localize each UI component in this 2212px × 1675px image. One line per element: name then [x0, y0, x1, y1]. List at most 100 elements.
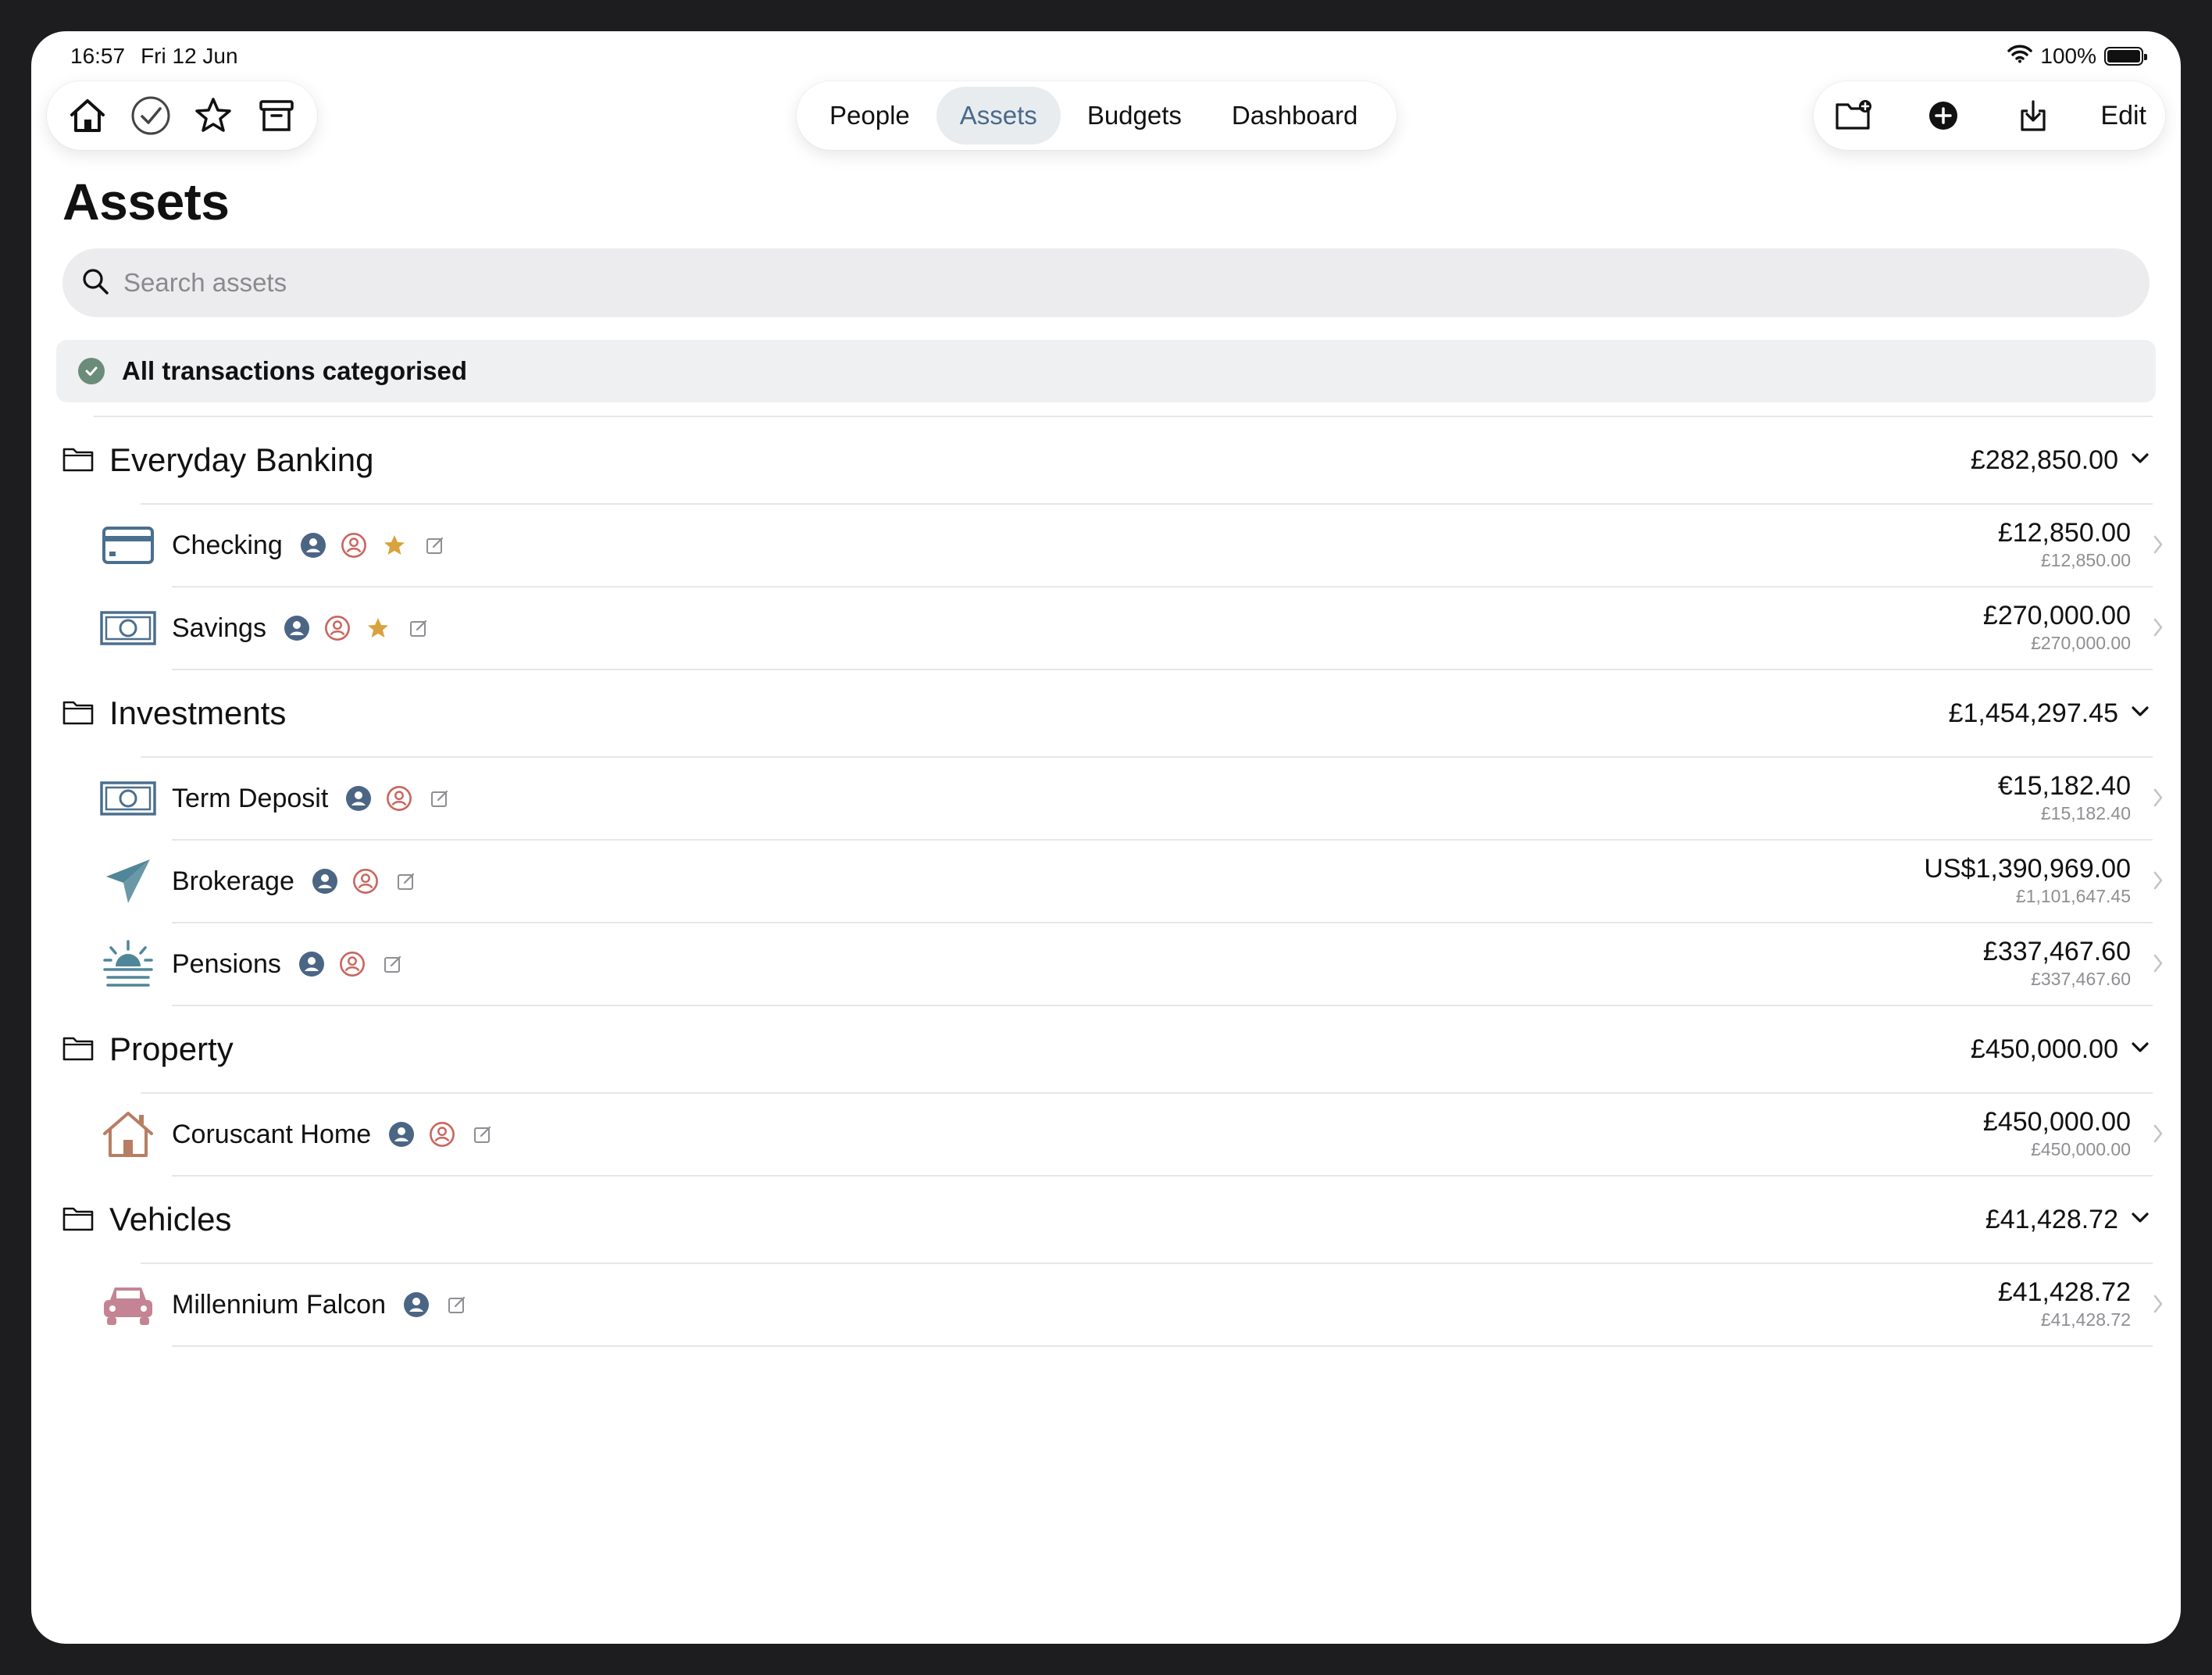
- folder-icon: [62, 1205, 94, 1234]
- chevron-right-icon: [2153, 953, 2164, 977]
- star-icon[interactable]: [191, 94, 235, 138]
- owner-filled-icon: [388, 1121, 415, 1148]
- home-icon[interactable]: [66, 94, 109, 138]
- checkmark-circle-icon[interactable]: [129, 94, 173, 138]
- banknote-icon: [100, 772, 156, 825]
- search-input[interactable]: [123, 268, 1998, 298]
- owner-filled-icon: [300, 532, 326, 559]
- group-header-vehicles[interactable]: Vehicles £41,428.72: [31, 1177, 2181, 1262]
- note-icon: [380, 951, 406, 977]
- group-name: Vehicles: [109, 1201, 232, 1238]
- asset-row-coruscant-home[interactable]: Coruscant Home £450,000.00 £450,000.00: [31, 1094, 2181, 1175]
- asset-name: Checking: [172, 530, 283, 560]
- asset-balance: £12,850.00: [1997, 518, 2131, 548]
- folder-icon: [62, 699, 94, 727]
- asset-list: Everyday Banking £282,850.00 Checking £12,8…: [31, 416, 2181, 1347]
- group-total: £1,454,297.45: [1948, 698, 2118, 728]
- asset-amounts: £41,428.72 £41,428.72: [1998, 1277, 2131, 1331]
- asset-row-pensions[interactable]: Pensions £337,467.60 £337,467.60: [31, 923, 2181, 1005]
- asset-row-brokerage[interactable]: Brokerage US$1,390,969.00 £1,101,647.45: [31, 841, 2181, 922]
- folder-icon: [62, 1035, 94, 1063]
- asset-balance: US$1,390,969.00: [1924, 854, 2131, 884]
- chevron-right-icon: [2153, 1123, 2164, 1148]
- asset-converted-balance: £270,000.00: [2031, 633, 2131, 653]
- owner-outline-icon: [386, 785, 412, 812]
- asset-row-term-deposit[interactable]: Term Deposit €15,182.40 £15,182.40: [31, 758, 2181, 839]
- asset-name: Pensions: [172, 948, 281, 979]
- owner-outline-icon: [429, 1121, 455, 1148]
- chevron-down-icon[interactable]: [2131, 452, 2150, 469]
- status-bar-left: 16:57 Fri 12 Jun: [70, 44, 238, 69]
- asset-balance: £270,000.00: [1982, 601, 2131, 630]
- asset-name-wrap: Savings: [172, 613, 432, 644]
- status-bar-right: 100%: [2007, 44, 2147, 69]
- folder-icon: [62, 446, 94, 474]
- import-icon[interactable]: [2011, 94, 2055, 138]
- asset-converted-balance: £12,850.00: [2040, 550, 2131, 570]
- edit-button[interactable]: Edit: [2100, 101, 2146, 131]
- asset-name: Brokerage: [172, 866, 294, 896]
- asset-name: Millennium Falcon: [172, 1289, 386, 1320]
- group-header-property[interactable]: Property £450,000.00: [31, 1006, 2181, 1092]
- segment-tabs: People Assets Budgets Dashboard: [797, 81, 1397, 150]
- chevron-down-icon[interactable]: [2131, 1041, 2150, 1058]
- status-date: Fri 12 Jun: [141, 44, 238, 68]
- asset-group-everyday-banking: Everyday Banking £282,850.00 Checking £12,8…: [31, 417, 2181, 670]
- group-total: £41,428.72: [1985, 1204, 2118, 1234]
- group-header-investments[interactable]: Investments £1,454,297.45: [31, 670, 2181, 756]
- asset-group-investments: Investments £1,454,297.45 Term Deposit €15,…: [31, 670, 2181, 1006]
- asset-amounts: £337,467.60 £337,467.60: [1983, 936, 2131, 991]
- asset-amounts: US$1,390,969.00 £1,101,647.45: [1924, 853, 2131, 908]
- tab-dashboard[interactable]: Dashboard: [1208, 87, 1381, 145]
- asset-balance: £337,467.60: [1982, 937, 2131, 966]
- battery-percent: 100%: [2040, 44, 2096, 68]
- archive-icon[interactable]: [255, 94, 298, 138]
- chevron-down-icon[interactable]: [2131, 705, 2150, 722]
- new-folder-icon[interactable]: [1832, 94, 1876, 138]
- chevron-right-icon: [2153, 870, 2164, 895]
- asset-name-wrap: Brokerage: [172, 866, 419, 897]
- asset-balance: £41,428.72: [1997, 1277, 2131, 1307]
- group-total: £282,850.00: [1970, 445, 2118, 475]
- tab-assets[interactable]: Assets: [936, 87, 1061, 145]
- asset-group-property: Property £450,000.00 Coruscant Home £450,00…: [31, 1006, 2181, 1177]
- group-name: Investments: [109, 695, 287, 731]
- note-icon: [405, 615, 432, 641]
- chevron-right-icon: [2153, 534, 2164, 559]
- categorised-banner[interactable]: All transactions categorised: [56, 340, 2156, 402]
- asset-converted-balance: £1,101,647.45: [2015, 886, 2131, 906]
- chevron-down-icon[interactable]: [2131, 1212, 2150, 1228]
- page-title: Assets: [62, 173, 230, 230]
- banknote-icon: [100, 602, 156, 655]
- asset-row-checking[interactable]: Checking £12,850.00 £12,850.00: [31, 505, 2181, 586]
- favorite-star-icon: [381, 532, 408, 559]
- note-icon: [444, 1291, 470, 1318]
- chevron-right-icon: [2153, 788, 2164, 812]
- battery-icon: [2104, 47, 2147, 66]
- tab-budgets[interactable]: Budgets: [1064, 87, 1205, 145]
- owner-outline-icon: [352, 868, 379, 895]
- group-name: Everyday Banking: [109, 441, 374, 478]
- asset-name: Savings: [172, 612, 266, 643]
- checkmark-badge-icon: [78, 358, 105, 384]
- asset-row-millennium-falcon[interactable]: Millennium Falcon £41,428.72 £41,428.72: [31, 1264, 2181, 1345]
- credit-card-icon: [100, 519, 156, 572]
- group-header-everyday-banking[interactable]: Everyday Banking £282,850.00: [31, 417, 2181, 503]
- asset-row-savings[interactable]: Savings £270,000.00 £270,000.00: [31, 588, 2181, 669]
- asset-converted-balance: £15,182.40: [2040, 803, 2131, 823]
- asset-group-vehicles: Vehicles £41,428.72 Millennium Falcon £41,4…: [31, 1177, 2181, 1347]
- chevron-right-icon: [2153, 617, 2164, 641]
- asset-name: Coruscant Home: [172, 1119, 372, 1149]
- note-icon: [426, 785, 453, 812]
- search-bar[interactable]: [62, 248, 2150, 317]
- asset-converted-balance: £41,428.72: [2040, 1309, 2131, 1330]
- owner-filled-icon: [298, 951, 325, 977]
- owner-filled-icon: [345, 785, 372, 812]
- device-frame: 16:57 Fri 12 Jun 100% People Assets Budg…: [0, 0, 2212, 1675]
- note-icon: [422, 532, 448, 559]
- owner-outline-icon: [339, 951, 366, 977]
- tab-people[interactable]: People: [806, 87, 933, 145]
- asset-name: Term Deposit: [172, 783, 329, 813]
- add-circle-icon[interactable]: [1921, 94, 1965, 138]
- status-time: 16:57: [70, 44, 126, 68]
